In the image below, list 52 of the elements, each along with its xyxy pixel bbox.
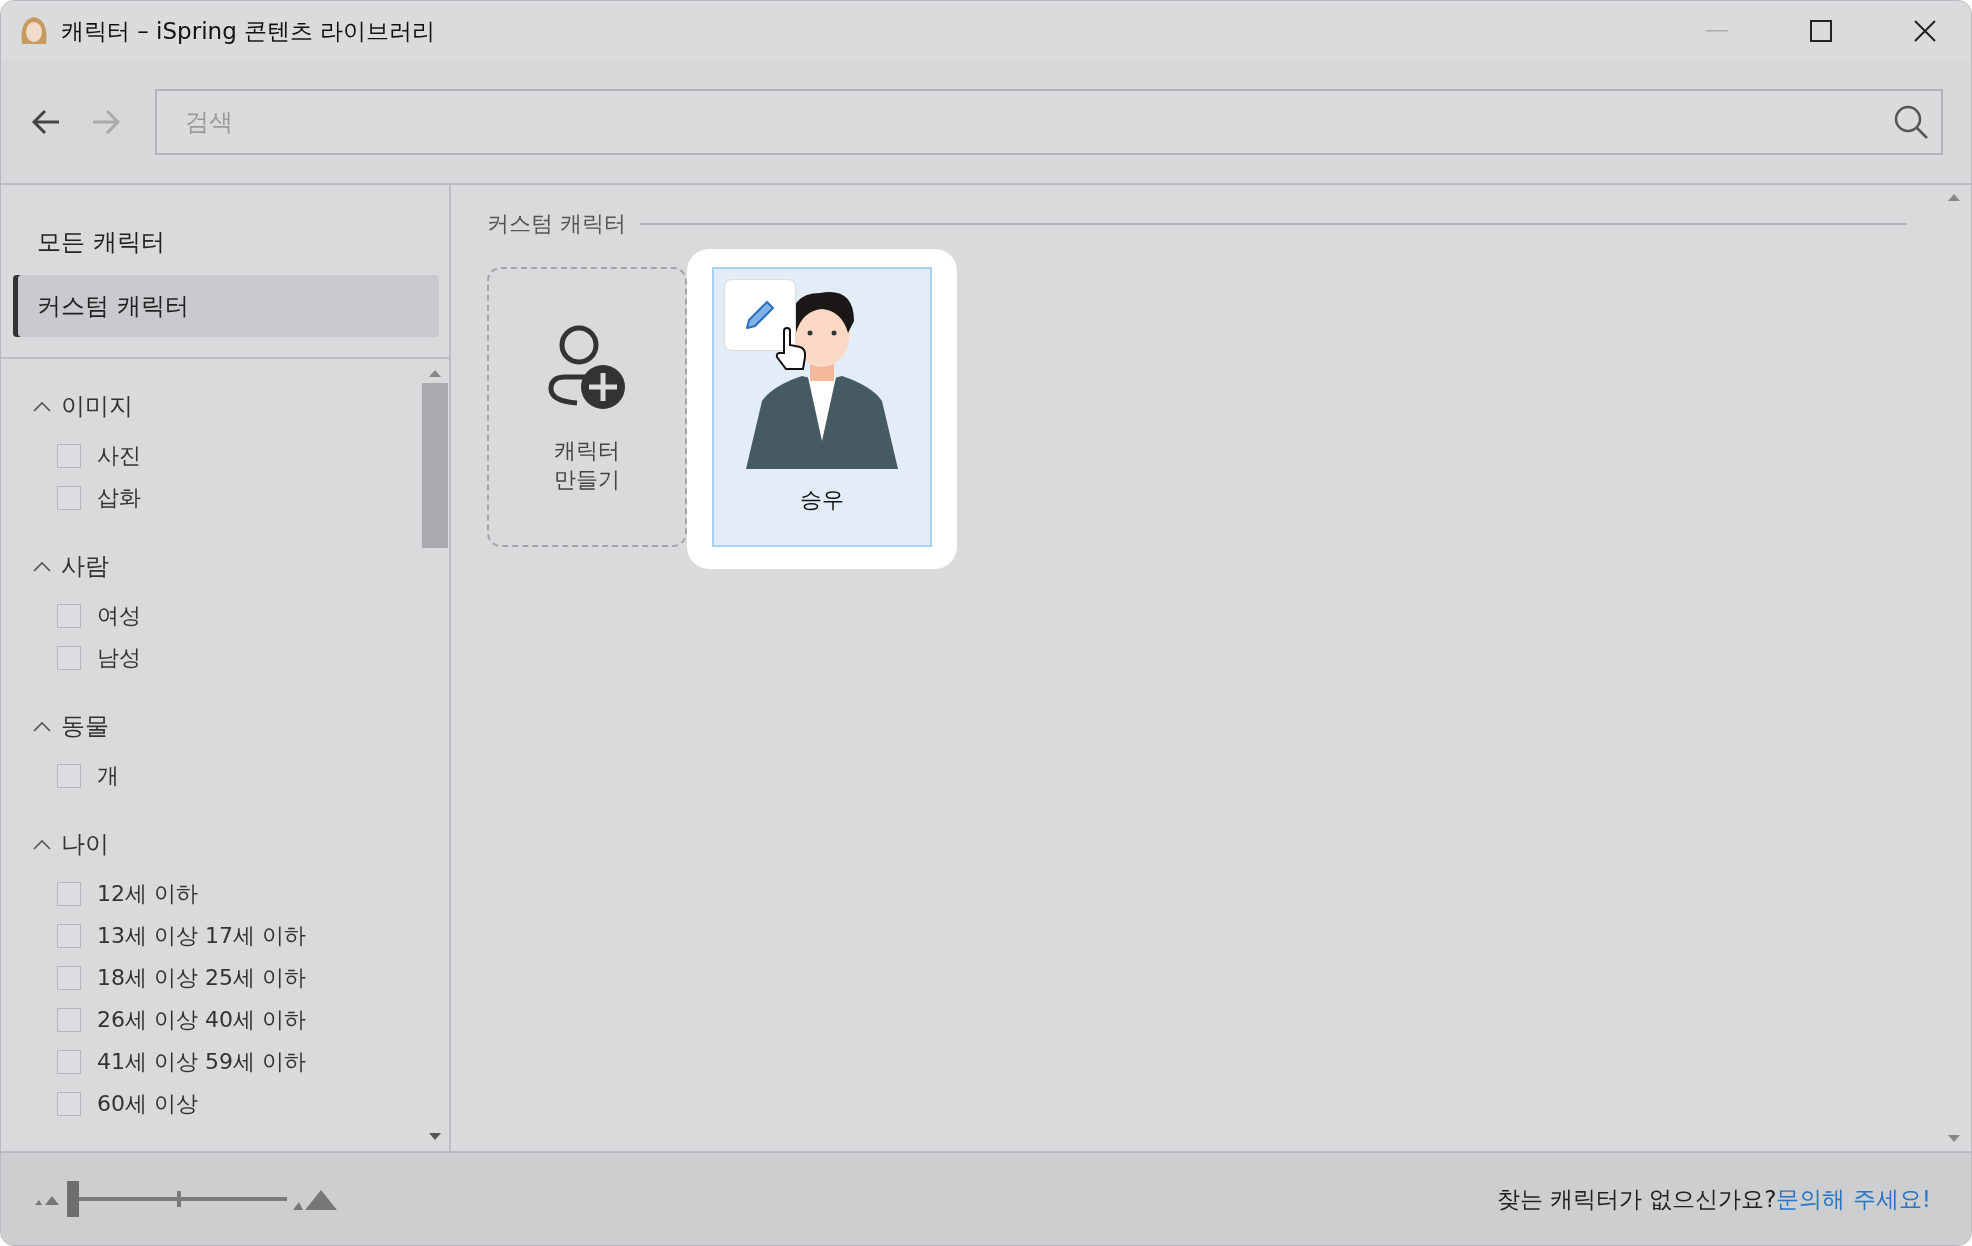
caret-up-icon[interactable]	[33, 400, 51, 412]
size-slider[interactable]	[67, 1181, 287, 1217]
hand-cursor-icon	[774, 327, 808, 371]
sidebar-item[interactable]: 커스텀 캐릭터	[13, 275, 439, 337]
checkbox[interactable]	[57, 1092, 81, 1116]
checkbox[interactable]	[57, 646, 81, 670]
edit-button[interactable]	[724, 279, 796, 351]
filter-group-title[interactable]: 이미지	[61, 390, 133, 422]
maximize-icon[interactable]	[1810, 20, 1832, 42]
checkbox[interactable]	[57, 966, 81, 990]
checkbox[interactable]	[57, 1008, 81, 1032]
checkbox[interactable]	[57, 444, 81, 468]
scroll-down-icon[interactable]	[1948, 1135, 1960, 1143]
filter-label: 41세 이상 59세 이하	[97, 1048, 306, 1076]
filter-group-title[interactable]: 사람	[61, 550, 109, 582]
checkbox[interactable]	[57, 882, 81, 906]
checkbox[interactable]	[57, 604, 81, 628]
checkbox[interactable]	[57, 764, 81, 788]
search-field[interactable]: 검색	[155, 89, 1943, 155]
filter-label: 18세 이상 25세 이하	[97, 964, 306, 992]
add-person-icon	[547, 325, 627, 411]
character-card[interactable]: 승우	[712, 267, 932, 547]
filter-label: 13세 이상 17세 이하	[97, 922, 306, 950]
help-prompt: 찾는 캐릭터가 없으신가요?	[1496, 1184, 1777, 1214]
caret-up-icon[interactable]	[33, 720, 51, 732]
scroll-up-icon[interactable]	[1948, 193, 1960, 201]
filter-group-title[interactable]: 동물	[61, 710, 109, 742]
filter-label: 12세 이하	[97, 880, 198, 908]
sidebar-item[interactable]: 모든 캐릭터	[13, 211, 439, 273]
checkbox[interactable]	[57, 486, 81, 510]
checkbox[interactable]	[57, 1050, 81, 1074]
checkbox[interactable]	[57, 924, 81, 948]
filter-label: 삽화	[97, 484, 141, 512]
filter-label: 사진	[97, 442, 141, 470]
window-title: 캐릭터 – iSpring 콘텐츠 라이브러리	[61, 16, 437, 46]
scroll-down-icon[interactable]	[429, 1133, 441, 1141]
slider-thumb[interactable]	[67, 1181, 79, 1217]
pencil-icon	[743, 298, 777, 332]
caret-up-icon[interactable]	[33, 560, 51, 572]
filter-label: 남성	[97, 644, 141, 672]
scroll-up-icon[interactable]	[429, 369, 441, 377]
minimize-icon[interactable]	[1706, 30, 1728, 32]
filter-group-title[interactable]: 나이	[61, 828, 109, 860]
scrollbar-thumb[interactable]	[422, 383, 448, 548]
filter-label: 60세 이상	[97, 1090, 198, 1118]
section-title: 커스텀 캐릭터	[487, 210, 626, 238]
close-icon[interactable]	[1914, 20, 1936, 42]
filter-label: 개	[97, 762, 119, 790]
filter-label: 26세 이상 40세 이하	[97, 1006, 306, 1034]
search-icon[interactable]	[1893, 104, 1929, 140]
filter-label: 여성	[97, 602, 141, 630]
caret-up-icon[interactable]	[33, 838, 51, 850]
